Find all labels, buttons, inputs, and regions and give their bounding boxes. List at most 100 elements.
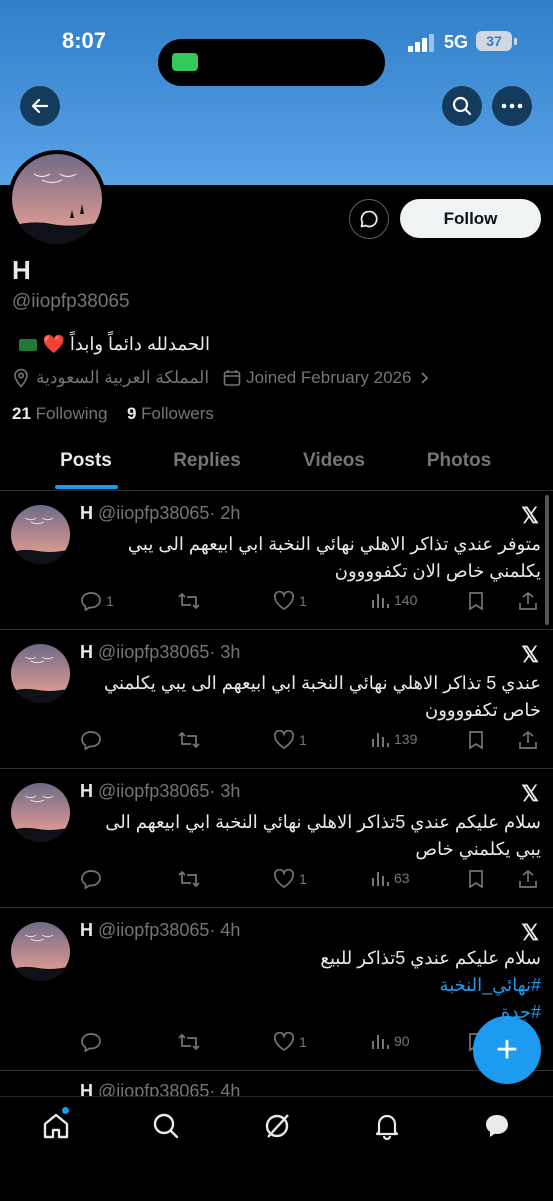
post-avatar[interactable]	[11, 505, 70, 564]
reply-button[interactable]	[80, 1032, 102, 1052]
active-tab-indicator	[55, 485, 118, 489]
x-logo-icon: 𝕏	[521, 503, 539, 528]
views-button[interactable]: 139	[370, 730, 417, 748]
following-link[interactable]: 21 Following	[12, 404, 107, 423]
share-icon	[519, 869, 537, 888]
post-time: · 3h	[209, 642, 241, 662]
signal-icon	[408, 34, 434, 52]
bookmark-button[interactable]	[468, 591, 484, 611]
tab-posts[interactable]: Posts	[60, 450, 112, 472]
post-handle[interactable]: @iiopfp38065	[98, 781, 209, 801]
post-handle[interactable]: @iiopfp38065	[98, 503, 209, 523]
views-button[interactable]: 90	[370, 1032, 410, 1050]
tab-videos[interactable]: Videos	[303, 450, 365, 472]
retweet-icon	[178, 592, 200, 610]
post-text: سلام عليكم عندي 5تذاكر الاهلي نهائي النخ…	[81, 809, 541, 863]
post-avatar[interactable]	[11, 922, 70, 981]
back-button[interactable]	[20, 86, 60, 126]
like-count: 1	[299, 871, 307, 887]
post-actions: 1 90	[80, 1032, 540, 1054]
post-line: يكلمني خاص الان تكفوووون	[334, 561, 541, 581]
like-button[interactable]: 1	[273, 591, 307, 611]
share-button[interactable]	[518, 730, 538, 750]
reply-icon	[81, 592, 101, 611]
post-item[interactable]: H @iiopfp38065· 3h 𝕏 سلام عليكم عندي 5تذ…	[0, 769, 553, 908]
more-button[interactable]	[492, 86, 532, 126]
reply-count: 1	[106, 593, 114, 609]
views-icon	[372, 872, 389, 886]
like-button[interactable]: 1	[273, 730, 307, 750]
post-avatar[interactable]	[11, 783, 70, 842]
profile-location: المملكة العربية السعودية	[36, 368, 210, 387]
post-text: عندي 5 تذاكر الاهلي نهائي النخبة ابي ابي…	[81, 670, 541, 724]
reply-button[interactable]	[80, 730, 102, 750]
network-type: 5G	[444, 32, 469, 52]
profile-avatar[interactable]	[8, 150, 106, 248]
post-item[interactable]: H @iiopfp38065· 2h 𝕏 متوفر عندي تذاكر ال…	[0, 491, 553, 630]
follow-button[interactable]: Follow	[400, 199, 541, 238]
retweet-button[interactable]	[177, 1032, 201, 1052]
heart-icon	[273, 730, 295, 749]
post-item[interactable]: H @iiopfp38065· 3h 𝕏 عندي 5 تذاكر الاهلي…	[0, 630, 553, 769]
post-author[interactable]: H	[80, 781, 93, 801]
post-item[interactable]: H @iiopfp38065· 4h 𝕏 سلام عليكم عندي 5تذ…	[0, 908, 553, 1071]
post-handle[interactable]: @iiopfp38065	[98, 920, 209, 940]
post-avatar[interactable]	[11, 644, 70, 703]
post-line: متوفر عندي تذاكر الاهلي نهائي النخبة ابي…	[127, 534, 541, 554]
bookmark-button[interactable]	[468, 730, 484, 750]
retweet-icon	[178, 731, 200, 749]
search-icon[interactable]	[151, 1111, 181, 1141]
like-count: 1	[299, 732, 307, 748]
bottom-nav	[0, 1096, 553, 1201]
post-handle[interactable]: @iiopfp38065	[98, 642, 209, 662]
location-icon	[14, 368, 28, 388]
tab-replies[interactable]: Replies	[173, 450, 241, 472]
reply-button[interactable]: 1	[80, 591, 114, 611]
home-icon[interactable]	[41, 1111, 71, 1141]
notification-dot	[62, 1107, 69, 1114]
retweet-button[interactable]	[177, 591, 201, 611]
post-author[interactable]: H	[80, 503, 93, 523]
hashtag-link[interactable]: #نهائي_النخبة	[81, 972, 541, 999]
follow-stats: 21 Following 9 Followers	[12, 404, 214, 424]
views-button[interactable]: 63	[370, 869, 410, 887]
views-icon	[372, 1035, 389, 1049]
bookmark-icon	[469, 731, 483, 750]
post-line: خاص تكفوووون	[424, 700, 541, 720]
like-button[interactable]: 1	[273, 1032, 307, 1052]
post-time: · 4h	[209, 920, 241, 940]
post-text: سلام عليكم عندي 5تذاكر للبيع #نهائي_النخب…	[81, 945, 541, 1026]
reply-button[interactable]	[80, 869, 102, 889]
grok-icon[interactable]	[262, 1111, 292, 1141]
hashtag-link[interactable]: #جدة	[81, 999, 541, 1026]
heart-icon	[273, 1032, 295, 1051]
status-bar: 8:07 5G 37	[0, 22, 553, 86]
post-author[interactable]: H	[80, 642, 93, 662]
bookmark-button[interactable]	[468, 869, 484, 889]
reply-icon	[81, 870, 101, 889]
post-header: H @iiopfp38065· 2h	[80, 503, 240, 524]
search-button[interactable]	[442, 86, 482, 126]
message-button[interactable]	[349, 199, 389, 239]
retweet-button[interactable]	[177, 730, 201, 750]
post-header: H @iiopfp38065· 3h	[80, 781, 240, 802]
post-author[interactable]: H	[80, 920, 93, 940]
notifications-icon[interactable]	[372, 1111, 402, 1141]
views-button[interactable]: 140	[370, 591, 417, 609]
retweet-button[interactable]	[177, 869, 201, 889]
heart-icon	[273, 591, 295, 610]
followers-count: 9	[126, 404, 137, 423]
saudi-flag-icon	[19, 339, 38, 352]
share-button[interactable]	[518, 591, 538, 611]
share-button[interactable]	[518, 869, 538, 889]
post-line: سلام عليكم عندي 5تذاكر الاهلي نهائي النخ…	[105, 812, 541, 832]
chevron-right-icon[interactable]	[417, 371, 431, 385]
post-actions: 1 1 140	[80, 591, 540, 613]
followers-link[interactable]: 9 Followers	[127, 404, 214, 423]
bio-text: الحمدلله دائماً وابداً	[69, 334, 210, 354]
messages-icon[interactable]	[482, 1111, 512, 1141]
tab-photos[interactable]: Photos	[427, 450, 491, 472]
like-button[interactable]: 1	[273, 869, 307, 889]
following-count: 21	[12, 404, 31, 423]
compose-button[interactable]: +	[473, 1016, 541, 1084]
